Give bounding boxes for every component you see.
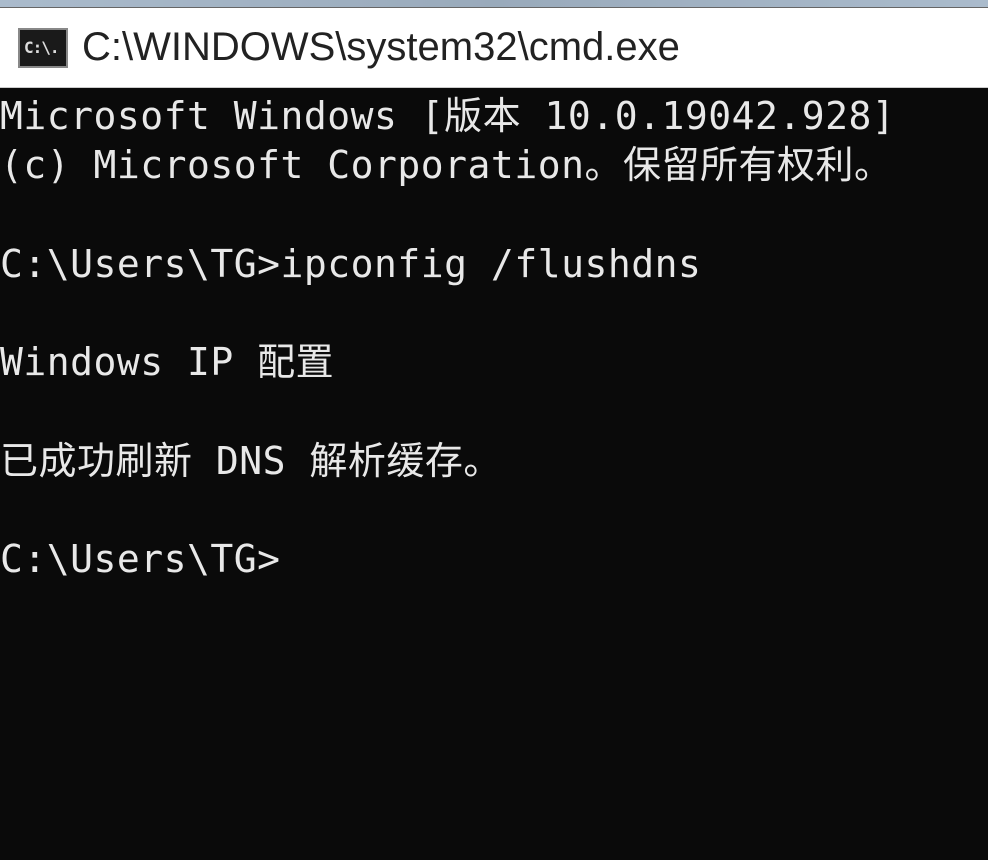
cmd-icon-text: C:\. <box>24 38 59 57</box>
terminal-line: C:\Users\TG>ipconfig /flushdns <box>0 240 988 289</box>
terminal-line: (c) Microsoft Corporation。保留所有权利。 <box>0 141 988 190</box>
terminal-line: Windows IP 配置 <box>0 338 988 387</box>
terminal-line <box>0 191 988 240</box>
terminal-line <box>0 486 988 535</box>
terminal-line: Microsoft Windows [版本 10.0.19042.928] <box>0 92 988 141</box>
terminal-line <box>0 289 988 338</box>
title-bar[interactable]: C:\. C:\WINDOWS\system32\cmd.exe <box>0 8 988 88</box>
terminal-line: 已成功刷新 DNS 解析缓存。 <box>0 437 988 486</box>
terminal-line <box>0 388 988 437</box>
terminal-output[interactable]: Microsoft Windows [版本 10.0.19042.928](c)… <box>0 88 988 860</box>
cmd-icon: C:\. <box>18 28 68 68</box>
window-top-border <box>0 0 988 8</box>
window-title: C:\WINDOWS\system32\cmd.exe <box>82 25 680 70</box>
terminal-prompt: C:\Users\TG> <box>0 535 988 584</box>
